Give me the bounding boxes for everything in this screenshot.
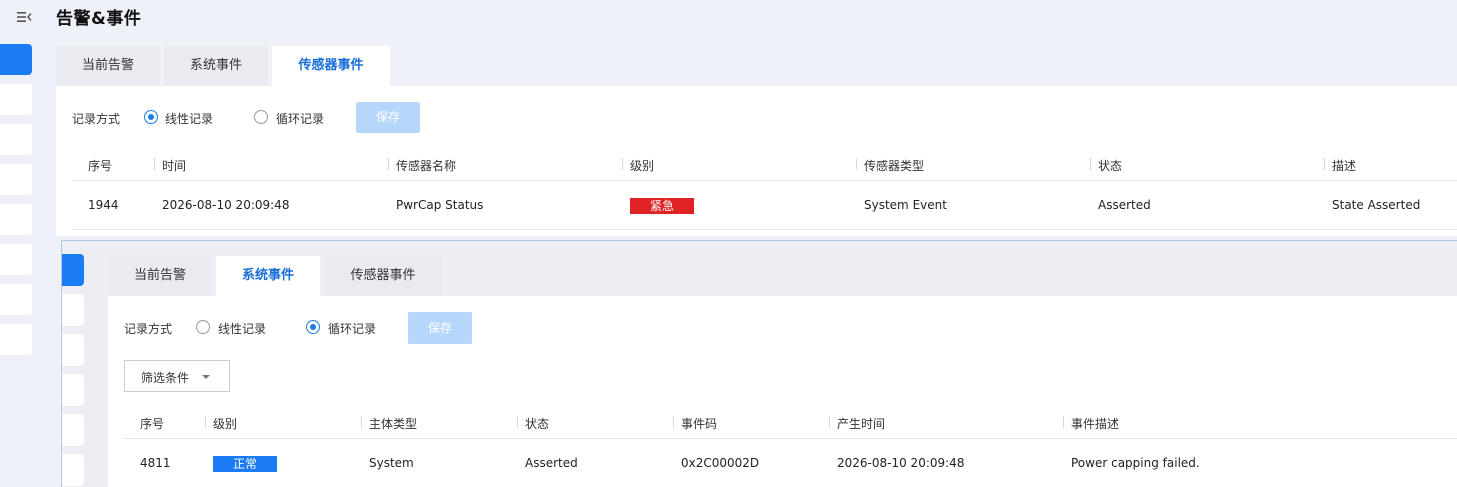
overlay-radio-linear-record[interactable] bbox=[196, 320, 210, 334]
column-header-sensor-type[interactable]: 传感器类型 bbox=[855, 157, 924, 174]
cell-index: 4811 bbox=[140, 456, 171, 470]
cell-status: Asserted bbox=[1098, 198, 1151, 212]
cell-description: Power capping failed. bbox=[1071, 456, 1200, 470]
sidebar-item[interactable] bbox=[0, 84, 32, 115]
cell-subject-type: System bbox=[369, 456, 414, 470]
sidebar-item-active[interactable] bbox=[0, 44, 32, 75]
overlay-table-divider bbox=[124, 438, 1457, 439]
column-header-index[interactable]: 序号 bbox=[88, 157, 112, 174]
sidebar-item[interactable] bbox=[0, 124, 32, 155]
column-header-time[interactable]: 时间 bbox=[153, 157, 186, 174]
overlay-column-header-event-code[interactable]: 事件码 bbox=[672, 415, 717, 432]
overlay-column-header-status[interactable]: 状态 bbox=[516, 415, 549, 432]
tab-system-events[interactable]: 系统事件 bbox=[164, 46, 268, 86]
sidebar-item[interactable] bbox=[0, 164, 32, 195]
column-header-description[interactable]: 描述 bbox=[1323, 157, 1356, 174]
filter-dropdown-label: 筛选条件 bbox=[141, 371, 190, 385]
level-badge-urgent: 紧急 bbox=[630, 198, 694, 214]
filter-dropdown[interactable]: 筛选条件 bbox=[124, 360, 230, 392]
overlay-column-header-time[interactable]: 产生时间 bbox=[828, 415, 885, 432]
cell-time: 2026-08-10 20:09:48 bbox=[837, 456, 965, 470]
overlay-sidebar-item[interactable] bbox=[62, 334, 84, 366]
table-row-divider bbox=[72, 229, 1457, 230]
page-title: 告警&事件 bbox=[56, 9, 142, 29]
overlay-save-button[interactable]: 保存 bbox=[408, 312, 472, 344]
sidebar-item[interactable] bbox=[0, 244, 32, 275]
cell-status: Asserted bbox=[525, 456, 578, 470]
overlay-sidebar-item[interactable] bbox=[62, 454, 84, 486]
overlay-tab-current-alarms[interactable]: 当前告警 bbox=[108, 256, 212, 296]
cell-sensor-type: System Event bbox=[864, 198, 947, 212]
save-button[interactable]: 保存 bbox=[356, 102, 420, 133]
overlay-tab-sensor-events[interactable]: 传感器事件 bbox=[324, 256, 442, 296]
cell-time: 2026-08-10 20:09:48 bbox=[162, 198, 290, 212]
sidebar-item[interactable] bbox=[0, 284, 32, 315]
overlay-tab-system-events[interactable]: 系统事件 bbox=[216, 256, 320, 296]
menu-collapse-icon[interactable] bbox=[15, 8, 33, 26]
linear-record-label[interactable]: 线性记录 bbox=[165, 110, 213, 127]
chevron-down-icon bbox=[202, 375, 210, 379]
tab-current-alarms[interactable]: 当前告警 bbox=[56, 46, 160, 86]
sensor-events-panel bbox=[56, 86, 1457, 236]
cell-description: State Asserted bbox=[1332, 198, 1421, 212]
overlay-sidebar-item[interactable] bbox=[62, 414, 84, 446]
radio-linear-record[interactable] bbox=[144, 110, 158, 124]
column-header-sensor-name[interactable]: 传感器名称 bbox=[387, 157, 456, 174]
overlay-record-mode-label: 记录方式 bbox=[124, 322, 173, 336]
tab-sensor-events[interactable]: 传感器事件 bbox=[272, 46, 390, 86]
column-header-level[interactable]: 级别 bbox=[621, 157, 654, 174]
overlay-sidebar-item-active[interactable] bbox=[62, 254, 84, 286]
overlay-sidebar-item[interactable] bbox=[62, 374, 84, 406]
overlay-sidebar-item[interactable] bbox=[62, 294, 84, 326]
table-divider bbox=[72, 180, 1457, 181]
overlay-linear-record-label[interactable]: 线性记录 bbox=[218, 320, 266, 337]
column-header-status[interactable]: 状态 bbox=[1089, 157, 1122, 174]
overlay-column-header-description[interactable]: 事件描述 bbox=[1062, 415, 1119, 432]
overlay-column-header-level[interactable]: 级别 bbox=[204, 415, 237, 432]
overlay-column-header-index[interactable]: 序号 bbox=[140, 415, 164, 432]
cell-event-code: 0x2C00002D bbox=[681, 456, 760, 470]
cell-sensor-name: PwrCap Status bbox=[396, 198, 484, 212]
sidebar-item[interactable] bbox=[0, 204, 32, 235]
radio-circular-record[interactable] bbox=[254, 110, 268, 124]
circular-record-label[interactable]: 循环记录 bbox=[276, 110, 324, 127]
level-badge-normal: 正常 bbox=[213, 456, 277, 472]
cell-index: 1944 bbox=[88, 198, 119, 212]
overlay-circular-record-label[interactable]: 循环记录 bbox=[328, 320, 376, 337]
overlay-radio-circular-record[interactable] bbox=[306, 320, 320, 334]
record-mode-label: 记录方式 bbox=[72, 112, 121, 126]
sidebar-item[interactable] bbox=[0, 324, 32, 355]
overlay-column-header-subject-type[interactable]: 主体类型 bbox=[360, 415, 417, 432]
